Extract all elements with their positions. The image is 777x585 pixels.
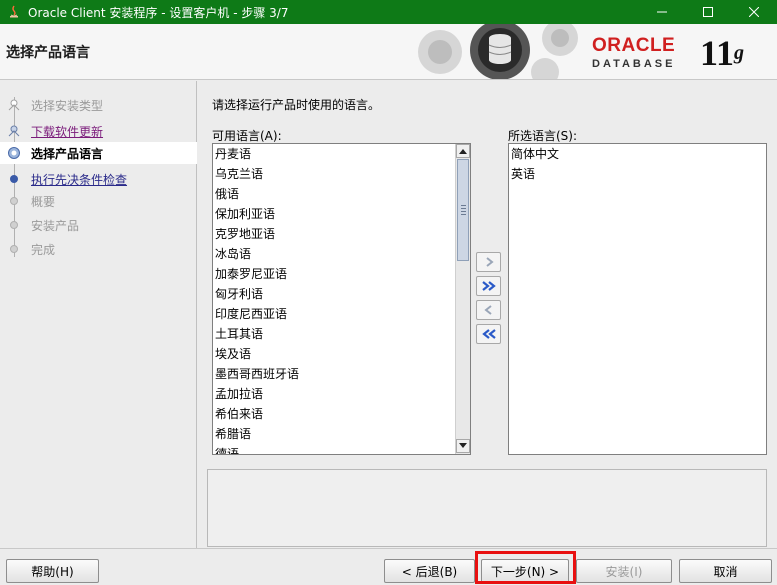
- step-label[interactable]: 执行先决条件检查: [31, 171, 127, 188]
- double-chevron-left-icon: [481, 329, 496, 339]
- step-product-languages: 选择产品语言: [0, 142, 197, 164]
- available-list-items: 丹麦语 乌克兰语 俄语 保加利亚语 克罗地亚语 冰岛语 加泰罗尼亚语 匈牙利语 …: [213, 144, 470, 454]
- move-left-button[interactable]: [476, 300, 501, 320]
- list-item[interactable]: 墨西哥西班牙语: [213, 364, 470, 384]
- list-item[interactable]: 埃及语: [213, 344, 470, 364]
- list-item[interactable]: 希腊语: [213, 424, 470, 444]
- selected-languages-list[interactable]: 简体中文 英语: [508, 143, 767, 455]
- list-item[interactable]: 匈牙利语: [213, 284, 470, 304]
- step-label: 完成: [31, 242, 56, 257]
- close-icon: [749, 7, 759, 17]
- available-languages-list[interactable]: 丹麦语 乌克兰语 俄语 保加利亚语 克罗地亚语 冰岛语 加泰罗尼亚语 匈牙利语 …: [212, 143, 471, 455]
- page-title: 选择产品语言: [6, 45, 90, 61]
- java-app-icon: [10, 5, 18, 18]
- step-label[interactable]: 下载软件更新: [31, 123, 103, 140]
- list-item[interactable]: 俄语: [213, 184, 470, 204]
- list-item[interactable]: 孟加拉语: [213, 384, 470, 404]
- maximize-button[interactable]: [685, 0, 731, 24]
- available-languages-label: 可用语言(A):: [212, 129, 282, 143]
- list-item[interactable]: 冰岛语: [213, 244, 470, 264]
- close-button[interactable]: [731, 0, 777, 24]
- chevron-left-icon: [483, 305, 492, 315]
- version-suffix: g: [734, 42, 745, 64]
- step-label: 选择产品语言: [31, 146, 104, 161]
- chevron-right-icon: [485, 257, 494, 267]
- oracle-logo: ORACLE DATABASE: [592, 35, 676, 71]
- back-button[interactable]: < 后退(B): [384, 559, 475, 583]
- step-done-icon: [8, 99, 20, 111]
- wizard-header: 选择产品语言 ORACLE DATABASE 11g: [0, 24, 777, 80]
- steps-panel: 选择安装类型 下载软件更新 选择产品语言 执行先决条件检查 概要 安装产品 完成: [0, 81, 197, 548]
- button-bar: 帮助(H) < 后退(B) 下一步(N) > 安装(I) 取消: [0, 548, 777, 585]
- instruction-text: 请选择运行产品时使用的语言。: [212, 98, 381, 112]
- scroll-thumb[interactable]: [457, 159, 469, 261]
- step-finish: 完成: [0, 238, 197, 260]
- list-item[interactable]: 简体中文: [509, 144, 766, 164]
- step-label: 选择安装类型: [31, 98, 104, 113]
- double-chevron-right-icon: [481, 281, 496, 291]
- grip-icon: [461, 205, 466, 215]
- step-pending-icon: [10, 245, 18, 253]
- window-title: Oracle Client 安装程序 - 设置客户机 - 步骤 3/7: [28, 5, 289, 20]
- title-bar: Oracle Client 安装程序 - 设置客户机 - 步骤 3/7: [0, 0, 777, 24]
- list-item[interactable]: 英语: [509, 164, 766, 184]
- move-right-button[interactable]: [476, 252, 501, 272]
- step-pending-icon: [10, 175, 18, 183]
- step-summary: 概要: [0, 190, 197, 212]
- oracle-wordmark: ORACLE: [592, 35, 676, 56]
- cancel-button[interactable]: 取消: [679, 559, 772, 583]
- arrow-up-icon: [459, 149, 467, 154]
- minimize-button[interactable]: [639, 0, 685, 24]
- list-item[interactable]: 希伯来语: [213, 404, 470, 424]
- step-done-icon: [8, 125, 20, 137]
- step-current-icon: [8, 147, 20, 159]
- list-item[interactable]: 丹麦语: [213, 144, 470, 164]
- help-button[interactable]: 帮助(H): [6, 559, 99, 583]
- install-button[interactable]: 安装(I): [576, 559, 672, 583]
- list-item[interactable]: 克罗地亚语: [213, 224, 470, 244]
- step-prerequisite-checks[interactable]: 执行先决条件检查: [0, 168, 197, 190]
- list-item[interactable]: 德语: [213, 444, 470, 454]
- step-pending-icon: [10, 221, 18, 229]
- selected-languages-label: 所选语言(S):: [508, 129, 578, 143]
- scroll-down-button[interactable]: [456, 439, 470, 453]
- description-panel: [207, 469, 767, 547]
- step-pending-icon: [10, 197, 18, 205]
- step-label: 安装产品: [31, 218, 80, 233]
- move-all-right-button[interactable]: [476, 276, 501, 296]
- version-logo: 11g: [700, 34, 744, 72]
- list-item[interactable]: 保加利亚语: [213, 204, 470, 224]
- list-item[interactable]: 印度尼西亚语: [213, 304, 470, 324]
- maximize-icon: [703, 7, 713, 17]
- step-label: 概要: [31, 194, 56, 209]
- gears-graphic-icon: [418, 24, 578, 79]
- version-number: 11: [700, 33, 735, 73]
- next-button[interactable]: 下一步(N) >: [481, 559, 569, 583]
- list-item[interactable]: 加泰罗尼亚语: [213, 264, 470, 284]
- database-wordmark: DATABASE: [592, 58, 676, 70]
- scroll-up-button[interactable]: [456, 144, 470, 158]
- step-download-updates[interactable]: 下载软件更新: [0, 120, 197, 142]
- list-item[interactable]: 土耳其语: [213, 324, 470, 344]
- move-all-left-button[interactable]: [476, 324, 501, 344]
- minimize-icon: [657, 11, 667, 13]
- main-content: 请选择运行产品时使用的语言。 可用语言(A): 所选语言(S): 丹麦语 乌克兰…: [197, 81, 777, 548]
- arrow-down-icon: [459, 443, 467, 448]
- step-install-type: 选择安装类型: [0, 94, 197, 116]
- step-install-product: 安装产品: [0, 214, 197, 236]
- list-item[interactable]: 乌克兰语: [213, 164, 470, 184]
- vertical-scrollbar[interactable]: [455, 144, 470, 454]
